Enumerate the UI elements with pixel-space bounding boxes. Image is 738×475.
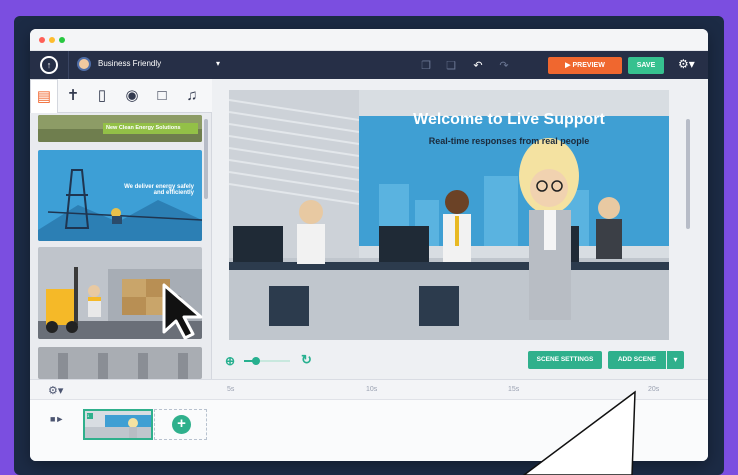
- copy-icon[interactable]: ❐: [419, 59, 433, 72]
- preview-button[interactable]: ▶ PREVIEW: [548, 57, 622, 74]
- zoom-slider[interactable]: [244, 357, 290, 365]
- chevron-down-icon: ▾: [215, 59, 220, 68]
- timeline-scene-1[interactable]: 1: [83, 409, 153, 440]
- scene-settings-button[interactable]: SCENE SETTINGS: [528, 351, 602, 369]
- tab-music-icon[interactable]: ♫: [178, 79, 206, 113]
- scene-title[interactable]: Welcome to Live Support: [229, 111, 669, 129]
- canvas-area: Welcome to Live Support Real-time respon…: [212, 79, 708, 379]
- thumb-2-caption: We deliver energy safely and efficiently: [124, 184, 194, 196]
- add-scene-button[interactable]: ADD SCENE: [608, 351, 666, 369]
- scene-subtitle[interactable]: Real-time responses from real people: [229, 136, 669, 146]
- library-scrollbar[interactable]: [204, 119, 208, 199]
- redo-icon[interactable]: ↷: [497, 59, 511, 72]
- upload-cloud-icon[interactable]: ↑: [40, 56, 58, 74]
- library-tabs: ▤ ✝ ▯ ◉ □ ♫: [30, 79, 212, 113]
- play-circle-icon: ▶: [565, 62, 571, 69]
- ruler-tick-5s: 5s: [227, 386, 235, 393]
- thumb-1-caption: New Clean Energy Solutions: [106, 125, 181, 131]
- minimize-window-dot[interactable]: [49, 37, 55, 43]
- tab-speech-bubble-icon[interactable]: ◉: [118, 79, 146, 113]
- preview-label: PREVIEW: [572, 62, 605, 69]
- window-titlebar: [30, 29, 708, 51]
- canvas-scrollbar[interactable]: [686, 119, 690, 229]
- add-scene-plus-icon[interactable]: +: [172, 415, 191, 434]
- close-window-dot[interactable]: [39, 37, 45, 43]
- template-thumb-1[interactable]: New Clean Energy Solutions: [38, 115, 202, 142]
- theme-avatar-icon: [77, 57, 91, 71]
- template-thumb-2[interactable]: We deliver energy safely and efficiently: [38, 150, 202, 241]
- theme-selector[interactable]: Business Friendly ▾: [68, 51, 226, 79]
- theme-label: Business Friendly: [98, 59, 162, 68]
- zoom-in-icon[interactable]: ⊕: [225, 354, 235, 368]
- video-camera-icon: ■►: [50, 414, 65, 424]
- tab-chart-icon[interactable]: □: [148, 79, 176, 113]
- mouse-cursor-icon: [162, 283, 203, 340]
- zoom-slider-handle[interactable]: [251, 357, 260, 365]
- gear-icon[interactable]: ⚙▾: [678, 57, 695, 71]
- timeline-gear-icon[interactable]: ⚙▾: [48, 384, 63, 397]
- tab-device-icon[interactable]: ▯: [88, 79, 116, 113]
- paste-icon[interactable]: ❏: [444, 59, 458, 72]
- add-scene-dropdown-icon[interactable]: ▾: [667, 351, 684, 369]
- ruler-tick-10s: 10s: [366, 386, 378, 393]
- scene-canvas[interactable]: Welcome to Live Support Real-time respon…: [229, 90, 669, 340]
- tab-image-icon[interactable]: ▤: [30, 79, 58, 113]
- template-thumb-4-art: [38, 347, 202, 379]
- zoom-window-dot[interactable]: [59, 37, 65, 43]
- scene-number-badge: 1: [87, 413, 93, 419]
- top-toolbar: ↑ Business Friendly ▾ ❐ ❏ ↶ ↷ ▶ PREVIEW …: [30, 51, 708, 79]
- undo-icon[interactable]: ↶: [471, 59, 485, 72]
- save-button[interactable]: SAVE: [628, 57, 664, 74]
- template-thumb-4[interactable]: [38, 347, 202, 379]
- timeline-scene-1-art: [85, 411, 151, 438]
- reset-zoom-icon[interactable]: ↻: [301, 352, 312, 368]
- callout-pointer: [522, 390, 636, 475]
- tab-character-icon[interactable]: ✝: [59, 79, 87, 113]
